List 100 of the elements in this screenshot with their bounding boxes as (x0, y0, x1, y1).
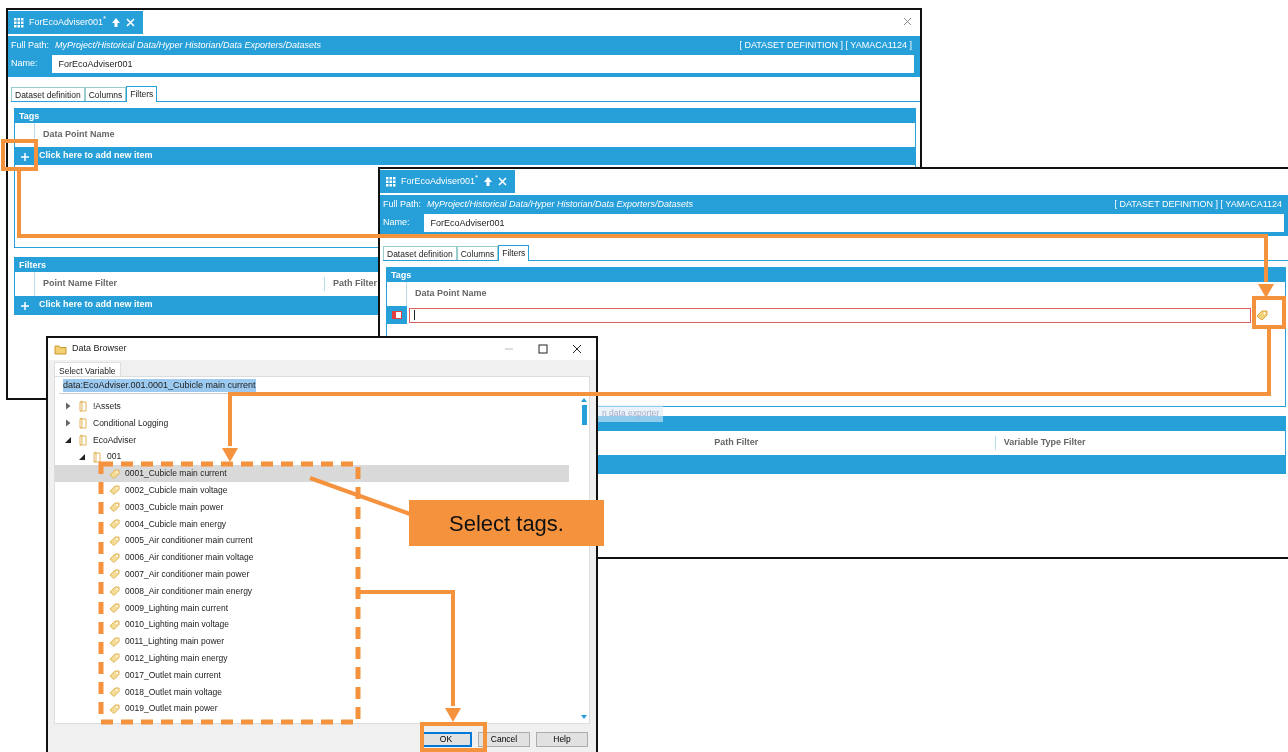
section-header: Tags (15, 109, 915, 123)
info-text: [ DATASET DEFINITION ] [ YAMACA1124 (1114, 197, 1283, 211)
tag-icon (1256, 310, 1268, 320)
tag-icon (109, 670, 120, 681)
collapse-icon[interactable] (63, 435, 73, 445)
item-label: EcoAdviser (93, 433, 136, 447)
item-label: 0005_Air conditioner main current (125, 534, 253, 548)
tree-node[interactable]: 001 (55, 448, 128, 466)
edit-row-icon (392, 311, 402, 319)
expand-icon[interactable] (63, 401, 73, 412)
item-label: 0008_Air conditioner main energy (125, 584, 253, 598)
callout-box: Select tags. (409, 500, 604, 546)
tree-item[interactable]: 0006_Air conditioner main voltage (55, 549, 260, 566)
tree-item[interactable]: 0002_Cubicle main voltage (55, 482, 234, 499)
item-label: Conditional Logging (93, 416, 169, 430)
info-text: [ DATASET DEFINITION ] [ YAMACA1124 ] (739, 38, 913, 52)
dialog-button[interactable]: Help (536, 731, 588, 747)
tree-item[interactable]: 0007_Air conditioner main power (55, 565, 256, 583)
path-input-field[interactable]: data:EcoAdviser.001.0001_Cubicle main current (59, 378, 585, 394)
column-header: Point Name Filter (35, 277, 325, 291)
item-label: 0009_Lighting main current (125, 601, 228, 615)
page-tab[interactable]: Dataset definition (383, 246, 457, 260)
item-label: 0007_Air conditioner main power (125, 568, 250, 581)
field-label: Name: (11, 57, 38, 71)
column-header: Path Filter (332, 277, 378, 291)
tree-item[interactable]: 0005_Air conditioner main current (55, 532, 259, 550)
tree-node[interactable]: !Assets (55, 398, 127, 415)
add-item-text: Click here to add new item (38, 298, 153, 312)
tree-item[interactable]: 0018_Outlet main voltage (55, 683, 228, 701)
tag-icon (109, 703, 120, 714)
item-label: 0004_Cubicle main energy (125, 517, 227, 531)
tree-node[interactable]: EcoAdviser (55, 431, 142, 449)
tag-icon (109, 636, 120, 647)
item-label: !Assets (93, 400, 121, 413)
tab-title: ForEcoAdviser001 (29, 16, 104, 27)
item-label: 0012_Lighting main energy (125, 651, 228, 665)
item-label: 0001_Cubicle main current (125, 467, 227, 480)
tree-item[interactable]: 0010_Lighting main voltage (55, 616, 235, 634)
text-input-field[interactable] (409, 307, 1251, 323)
tag-icon (109, 502, 120, 513)
column-header: Data Point Name (414, 287, 487, 301)
field-label: Name: (383, 216, 410, 230)
tree-item[interactable]: 0011_Lighting main power (55, 633, 231, 650)
name-field[interactable]: ForEcoAdviser001 (51, 55, 914, 73)
page-tab[interactable]: Columns (456, 246, 499, 260)
page-tab[interactable]: Dataset definition (11, 87, 85, 101)
name-field[interactable]: ForEcoAdviser001 (423, 214, 1284, 232)
page-tab[interactable]: Columns (84, 87, 127, 101)
column-header: Data Point Name (42, 128, 115, 142)
item-label: 0018_Outlet main voltage (125, 685, 222, 699)
tree-item[interactable]: 0001_Cubicle main current (55, 465, 569, 482)
column-header: Path Filter (706, 436, 996, 450)
page-tab[interactable]: Filters (498, 245, 530, 261)
tree-item[interactable]: 0017_Outlet main current (55, 666, 227, 684)
column-header: Variable Type Filter (1002, 436, 1087, 450)
grid-icon (14, 17, 24, 28)
dialog-tab[interactable]: Select Variable (54, 362, 121, 376)
tag-icon (109, 552, 120, 563)
highlight-frame (1, 139, 38, 171)
modified-mark: * (475, 172, 479, 182)
item-label: 0017_Outlet main current (125, 668, 221, 682)
tree-item[interactable]: 0003_Cubicle main power (55, 498, 230, 516)
tag-icon (109, 518, 120, 529)
tag-icon (109, 468, 120, 479)
tree-item[interactable]: 0019_Outlet main power (55, 700, 224, 718)
item-label: 0002_Cubicle main voltage (125, 484, 228, 497)
expand-icon[interactable] (63, 418, 73, 429)
plus-icon[interactable] (21, 152, 29, 161)
tag-icon (109, 653, 120, 664)
maximize-icon[interactable] (538, 344, 548, 354)
highlight-frame (1252, 296, 1286, 329)
modified-mark: * (103, 13, 107, 23)
scroll-up-icon[interactable] (581, 398, 587, 402)
dialog-title: Data Browser (72, 342, 128, 356)
plus-icon[interactable] (21, 301, 29, 310)
page-tab[interactable]: Filters (126, 86, 158, 102)
highlight-frame (420, 722, 487, 752)
tree-item[interactable]: 0012_Lighting main energy (55, 649, 234, 667)
dialog-button[interactable]: Cancel (478, 731, 530, 747)
tag-icon (109, 686, 120, 697)
field-label: Full Path: (383, 197, 422, 211)
tag-icon (109, 569, 120, 580)
tag-icon (109, 586, 120, 597)
item-label: 0011_Lighting main power (125, 635, 225, 648)
folder-icon (78, 417, 88, 430)
tag-icon (109, 485, 120, 496)
tag-icon (109, 602, 120, 613)
tag-icon (109, 619, 120, 630)
tree-item[interactable]: 0008_Air conditioner main energy (55, 582, 259, 600)
item-label: 0003_Cubicle main power (125, 500, 224, 514)
tab-title: ForEcoAdviser001 (401, 175, 476, 186)
item-label: 001 (107, 450, 122, 464)
close-icon[interactable] (572, 344, 582, 354)
field-label: Full Path: (11, 38, 50, 52)
add-item-text: Click here to add new item (38, 149, 153, 163)
tree-item[interactable]: 0004_Cubicle main energy (55, 515, 233, 533)
scrollbar-thumb[interactable] (581, 405, 587, 425)
tree-item[interactable]: 0009_Lighting main current (55, 599, 234, 617)
tree-node[interactable]: Conditional Logging (55, 414, 175, 432)
scroll-down-icon[interactable] (581, 715, 587, 719)
